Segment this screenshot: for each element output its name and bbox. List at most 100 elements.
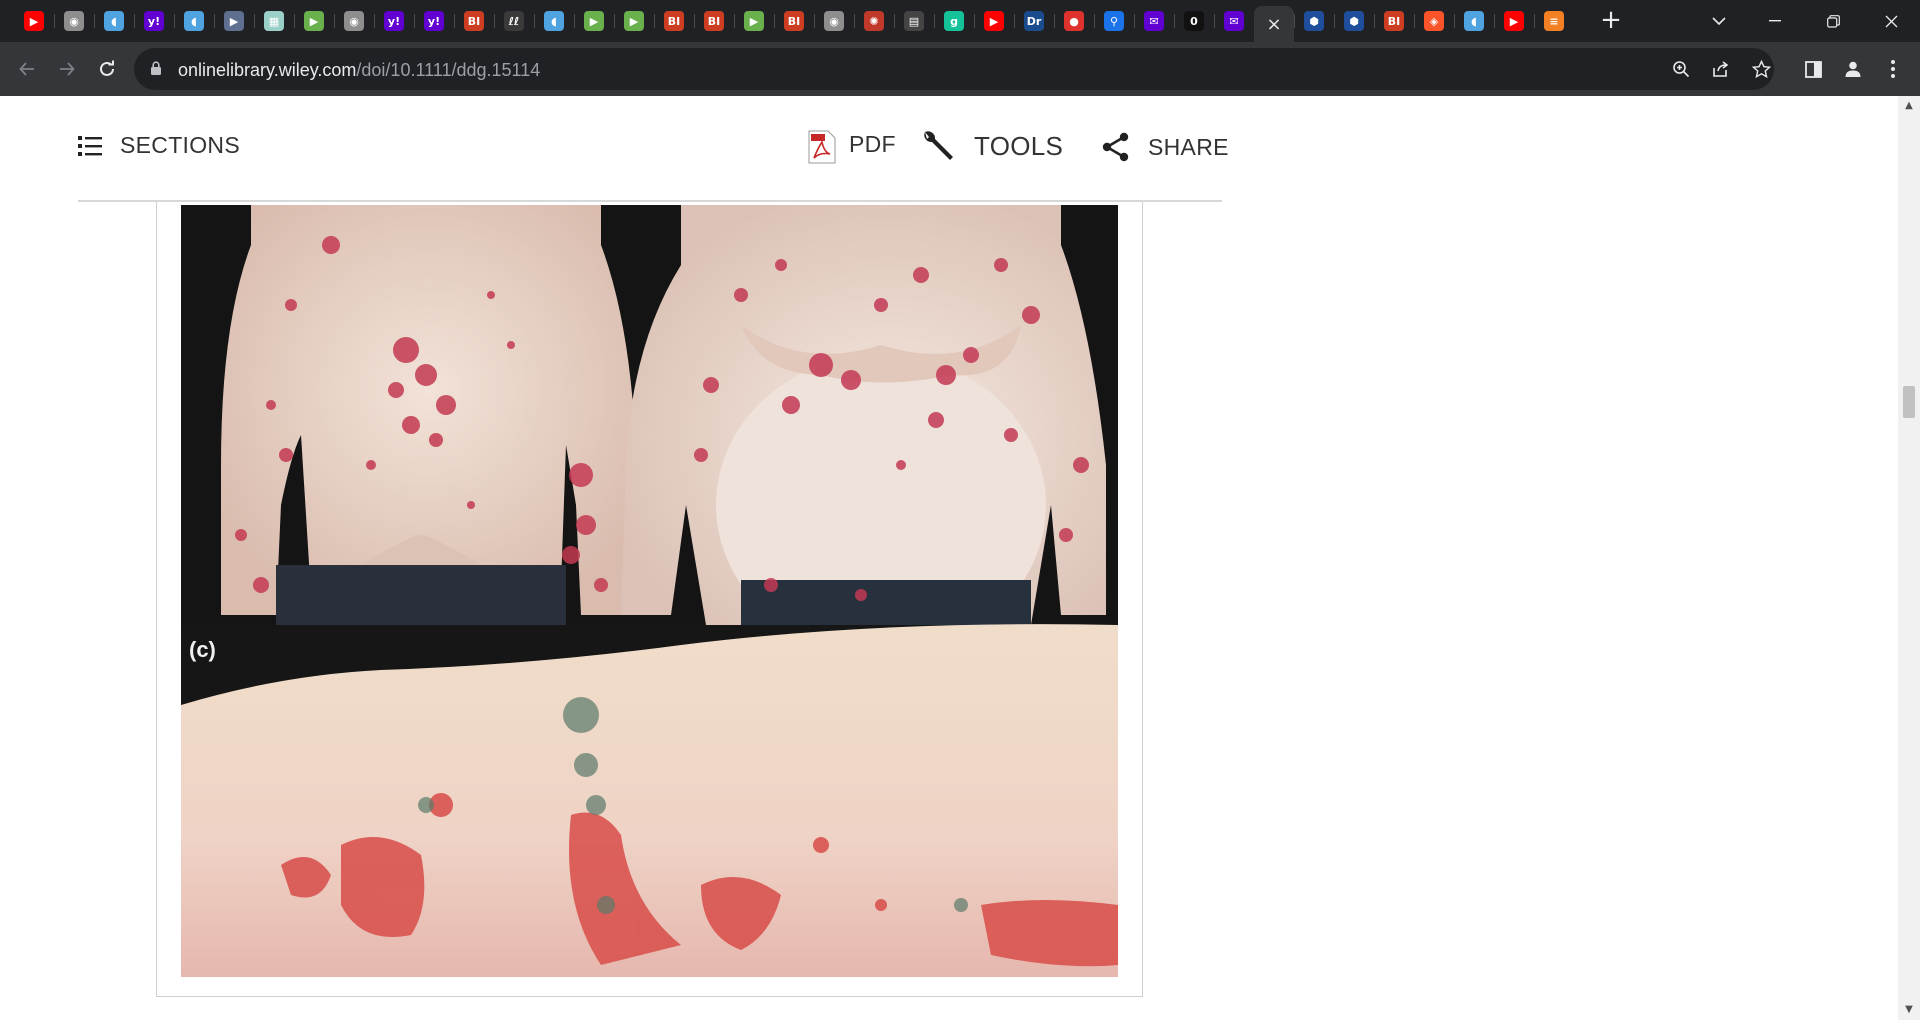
browser-tab[interactable]: ✉ <box>1214 6 1254 36</box>
browser-tab[interactable]: BI <box>654 6 694 36</box>
browser-tab[interactable]: y! <box>134 6 174 36</box>
yahoo-icon: y! <box>424 11 444 31</box>
browser-tab[interactable]: y! <box>414 6 454 36</box>
bookmark-icon: ▶ <box>224 11 244 31</box>
pdf-button[interactable]: PDF <box>808 130 896 164</box>
browser-tab[interactable]: ◖ <box>534 6 574 36</box>
browser-tab[interactable]: × <box>1254 6 1294 42</box>
side-panel-icon[interactable] <box>1800 56 1826 82</box>
shield-icon: ◖ <box>544 11 564 31</box>
back-arrow-icon[interactable] <box>12 54 42 84</box>
browser-tab[interactable]: ▶ <box>14 6 54 36</box>
play-icon: ▶ <box>584 11 604 31</box>
globe-icon: ◉ <box>64 11 84 31</box>
browser-tab[interactable]: ◈ <box>1414 6 1454 36</box>
menu-kebab-icon[interactable] <box>1880 56 1906 82</box>
sections-label: SECTIONS <box>120 132 240 158</box>
browser-tab[interactable]: g <box>934 6 974 36</box>
shield-icon: ◖ <box>1464 11 1484 31</box>
zero-icon: 0 <box>1184 11 1204 31</box>
address-bar[interactable]: onlinelibrary.wiley.com/doi/10.1111/ddg.… <box>134 48 1774 90</box>
browser-tab[interactable]: ◖ <box>94 6 134 36</box>
cube-icon: ⬢ <box>1304 11 1324 31</box>
mail-icon: ✉ <box>1144 11 1164 31</box>
stack-icon: ≡ <box>1544 11 1564 31</box>
share-label: SHARE <box>1148 133 1229 160</box>
zoom-icon[interactable] <box>1670 58 1692 80</box>
share-page-icon[interactable] <box>1710 58 1732 80</box>
youtube-icon: ▶ <box>984 11 1004 31</box>
profile-icon[interactable] <box>1840 56 1866 82</box>
browser-tab[interactable]: ⚲ <box>1094 6 1134 36</box>
play-icon: ▶ <box>744 11 764 31</box>
browser-tab[interactable]: ▶ <box>974 6 1014 36</box>
browser-toolbar: onlinelibrary.wiley.com/doi/10.1111/ddg.… <box>0 42 1920 96</box>
browser-tab[interactable]: 0 <box>1174 6 1214 36</box>
browser-tab[interactable]: ℓℓ <box>494 6 534 36</box>
browser-tab[interactable]: ▶ <box>734 6 774 36</box>
reload-icon[interactable] <box>92 54 122 84</box>
window-close-icon[interactable] <box>1868 0 1914 42</box>
cube-icon: ⬢ <box>1344 11 1364 31</box>
browser-tab[interactable]: y! <box>374 6 414 36</box>
restore-icon[interactable] <box>1810 0 1856 42</box>
browser-tab[interactable]: BI <box>694 6 734 36</box>
scroll-down-arrow-icon[interactable]: ▼ <box>1898 1000 1920 1020</box>
scroll-up-arrow-icon[interactable]: ▲ <box>1898 96 1920 116</box>
browser-tab[interactable]: ◖ <box>174 6 214 36</box>
browser-tab[interactable]: ◉ <box>334 6 374 36</box>
browser-tab[interactable]: BI <box>454 6 494 36</box>
sections-button[interactable]: SECTIONS <box>78 132 240 159</box>
brave-icon: ◈ <box>1424 11 1444 31</box>
url-text[interactable]: onlinelibrary.wiley.com/doi/10.1111/ddg.… <box>178 60 540 81</box>
browser-tab[interactable]: ✺ <box>854 6 894 36</box>
globe-icon: ◉ <box>344 11 364 31</box>
pdf-file-icon <box>808 130 836 164</box>
bookmark-star-icon[interactable] <box>1750 58 1772 80</box>
minimize-icon[interactable] <box>1752 0 1798 42</box>
browser-tab[interactable]: ▶ <box>574 6 614 36</box>
close-tab-icon[interactable]: × <box>1266 14 1281 35</box>
clinical-photo <box>181 205 1118 977</box>
lock-icon[interactable] <box>150 61 162 75</box>
new-tab-button[interactable]: + <box>1598 7 1624 34</box>
dr-icon: Dr <box>1024 11 1044 31</box>
grammarly-icon: g <box>944 11 964 31</box>
shield-icon: ◖ <box>184 11 204 31</box>
bi-icon: BI <box>704 11 724 31</box>
browser-tab[interactable]: ▤ <box>894 6 934 36</box>
browser-tab[interactable]: BI <box>774 6 814 36</box>
globe-icon: ◉ <box>824 11 844 31</box>
browser-tab[interactable]: ⬢ <box>1294 6 1334 36</box>
browser-tab[interactable]: ◉ <box>54 6 94 36</box>
browser-tab[interactable]: ◉ <box>814 6 854 36</box>
tab-search-chevron-icon[interactable] <box>1696 0 1742 42</box>
tab-list: ▶ ◉ ◖ y! ◖ ▶ ▦ ▶ ◉ y! y! BI ℓℓ ◖ ▶ ▶ BI BI ▶ BI ◉ ✺ ▤ g ▶ Dr ● ⚲ ✉ 0 ✉… <box>14 6 1574 42</box>
browser-tab[interactable]: ▶ <box>614 6 654 36</box>
browser-tab[interactable]: ▦ <box>254 6 294 36</box>
page-scrollbar[interactable]: ▲ ▼ <box>1898 96 1920 1020</box>
browser-tab-strip: ▶ ◉ ◖ y! ◖ ▶ ▦ ▶ ◉ y! y! BI ℓℓ ◖ ▶ ▶ BI BI ▶ BI ◉ ✺ ▤ g ▶ Dr ● ⚲ ✉ 0 ✉… <box>0 0 1920 42</box>
browser-tab[interactable]: ◖ <box>1454 6 1494 36</box>
search-icon: ⚲ <box>1104 11 1124 31</box>
mail-icon: ✉ <box>1224 11 1244 31</box>
scrollbar-thumb[interactable] <box>1903 386 1915 418</box>
browser-tab[interactable]: ▶ <box>294 6 334 36</box>
image-icon: ▦ <box>264 11 284 31</box>
tools-button[interactable]: TOOLS <box>920 128 1063 164</box>
share-button[interactable]: SHARE <box>1102 132 1229 162</box>
browser-tab[interactable]: ● <box>1054 6 1094 36</box>
browser-tab[interactable]: BI <box>1374 6 1414 36</box>
youtube-icon: ▶ <box>1504 11 1524 31</box>
figure-image[interactable]: (c) <box>181 205 1118 977</box>
browser-tab[interactable]: Dr <box>1014 6 1054 36</box>
share-icon <box>1102 132 1129 162</box>
bi-icon: BI <box>464 11 484 31</box>
browser-tab[interactable]: ▶ <box>1494 6 1534 36</box>
article-toolbar: SECTIONS PDF TOOLS SHARE <box>78 96 1228 202</box>
forward-arrow-icon[interactable] <box>52 54 82 84</box>
browser-tab[interactable]: ⬢ <box>1334 6 1374 36</box>
browser-tab[interactable]: ▶ <box>214 6 254 36</box>
browser-tab[interactable]: ≡ <box>1534 6 1574 36</box>
browser-tab[interactable]: ✉ <box>1134 6 1174 36</box>
